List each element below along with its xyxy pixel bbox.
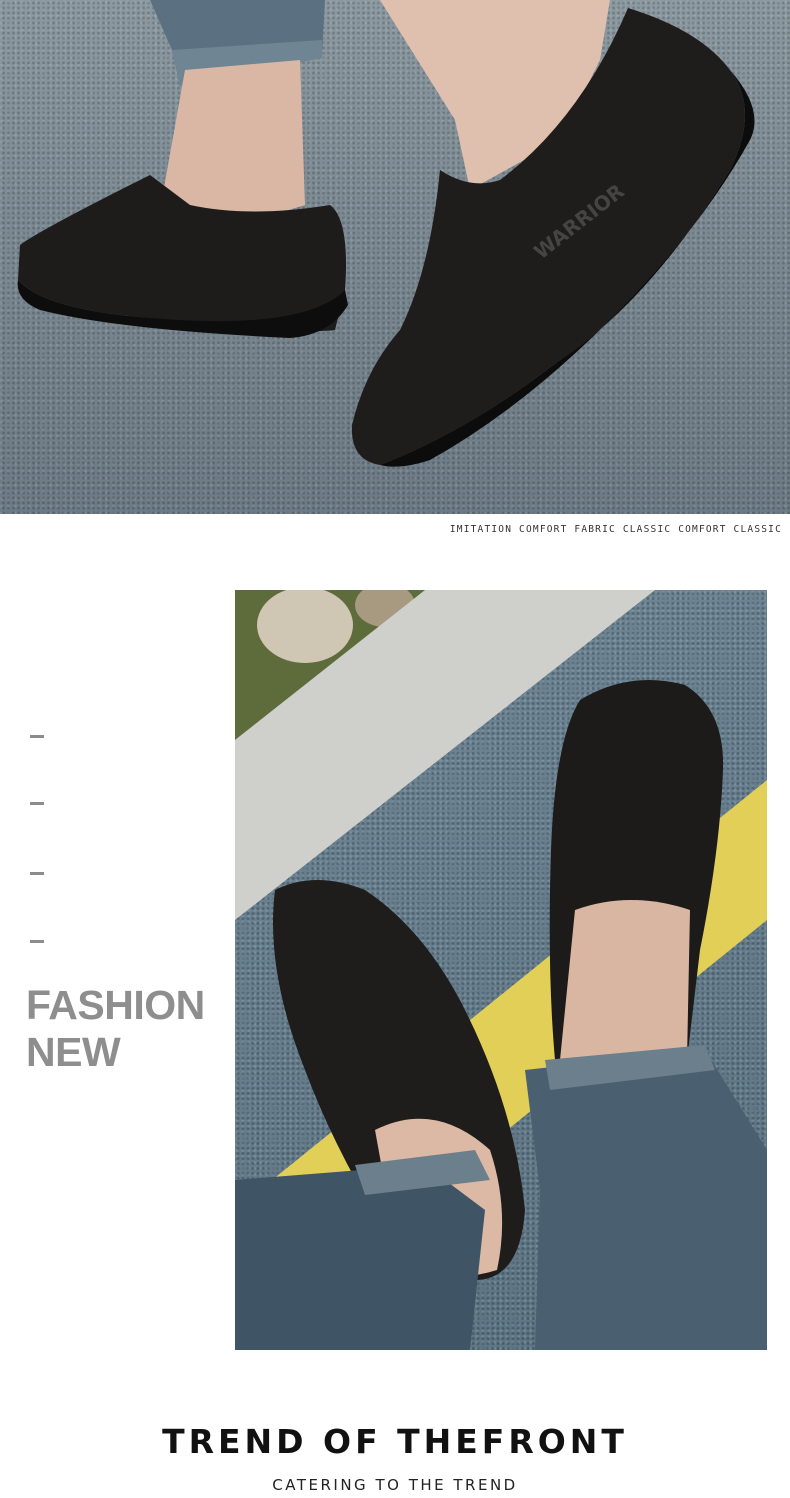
- right-jeans: [525, 1050, 767, 1350]
- left-jeans: [235, 1165, 485, 1350]
- heading-line-1: FASHION: [26, 982, 205, 1028]
- trend-subtitle: CATERING TO THE TREND: [272, 1476, 518, 1494]
- tagline: IMITATION COMFORT FABRIC CLASSIC COMFORT…: [449, 524, 782, 535]
- heading-line-2: NEW: [26, 1029, 121, 1075]
- decorative-dash: [30, 802, 44, 805]
- topview-shoes-illustration: [235, 590, 767, 1350]
- top-product-photo: WARRIOR: [0, 0, 790, 514]
- fashion-new-heading: FASHION NEW: [26, 982, 205, 1076]
- decorative-dash: [30, 735, 44, 738]
- second-product-photo: [235, 590, 767, 1350]
- decorative-dash: [30, 940, 44, 943]
- decorative-dash: [30, 872, 44, 875]
- stone: [257, 590, 353, 663]
- trend-title: TREND OF THEFRONT: [162, 1422, 628, 1461]
- walking-shoes-illustration: WARRIOR: [17, 0, 755, 467]
